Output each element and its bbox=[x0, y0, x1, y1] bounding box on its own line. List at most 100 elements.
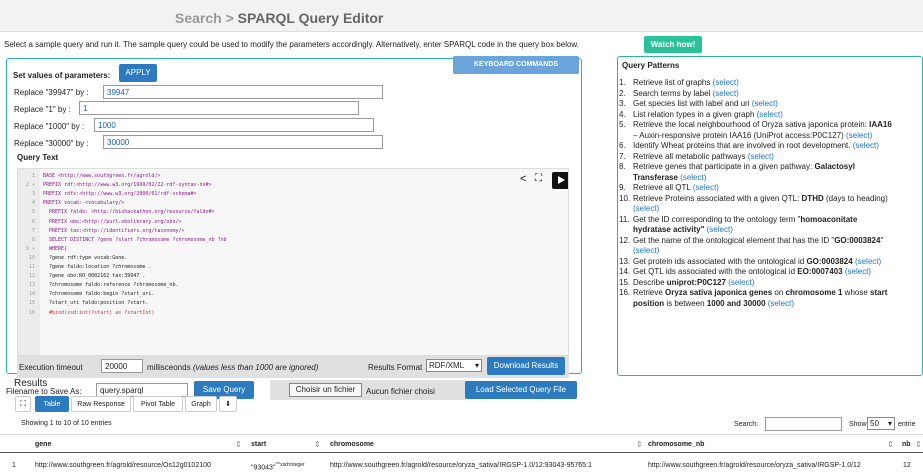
col-header-start[interactable]: start bbox=[251, 441, 266, 448]
page-size-select[interactable]: 50 ▾ bbox=[867, 417, 895, 430]
load-query-file-button[interactable]: Load Selected Query File bbox=[465, 381, 577, 399]
pattern-number: 12. bbox=[619, 235, 631, 245]
chevron-down-icon: ▾ bbox=[474, 361, 479, 370]
pattern-number: 5. bbox=[619, 120, 626, 129]
select-link[interactable]: (select) bbox=[853, 141, 879, 150]
tab-pivot-table[interactable]: Pivot Table bbox=[133, 396, 183, 412]
chevron-down-icon: ▾ bbox=[887, 419, 892, 428]
replace-label-4: Replace "30000" by : bbox=[14, 139, 89, 148]
replace-input-1[interactable]: 39947 bbox=[103, 85, 383, 99]
pattern-number: 16. bbox=[619, 288, 631, 297]
pattern-text: List relation types in a given graph bbox=[633, 109, 757, 119]
results-format-select[interactable]: RDF/XML ▾ bbox=[426, 359, 482, 372]
select-link[interactable]: (select) bbox=[757, 110, 783, 119]
replace-input-4[interactable]: 30000 bbox=[103, 135, 383, 149]
select-link[interactable]: (select) bbox=[707, 225, 733, 234]
line-text: ?gene rdf:type vocab:Gene. bbox=[43, 254, 128, 261]
pattern-text: homoaconitate bbox=[800, 214, 858, 224]
col-header-chromosome[interactable]: chromosome bbox=[330, 441, 374, 448]
pattern-text: whose bbox=[842, 288, 871, 297]
title-strong: SPARQL Query Editor bbox=[237, 10, 384, 26]
keyboard-commands-button[interactable]: KEYBOARD COMMANDS bbox=[453, 56, 579, 74]
exec-timeout-input[interactable]: 20000 bbox=[101, 359, 143, 373]
line-text: ?gene faldo:location ?chromosome . bbox=[43, 264, 152, 270]
code-line[interactable]: 16 #bind(xsd:int(?start) as ?startInt) bbox=[18, 309, 154, 318]
line-text: #bind(xsd:int(?start) as ?startInt) bbox=[43, 309, 155, 316]
select-link[interactable]: (select) bbox=[680, 173, 706, 182]
code-line[interactable]: 1 BASE <http://www.southgreen.fr/agrold/> bbox=[18, 172, 160, 181]
pattern-text: is between bbox=[664, 298, 707, 308]
line-number: 16 bbox=[28, 309, 35, 316]
query-editor[interactable]: 1 BASE <http://www.southgreen.fr/agrold/>… bbox=[17, 168, 569, 356]
code-line[interactable]: 5 PREFIX faldo: <http://biohackathon.org… bbox=[18, 208, 215, 217]
sort-icon[interactable]: ⇕ bbox=[235, 440, 242, 449]
choose-file-button[interactable]: Choisir un fichier bbox=[289, 383, 362, 397]
entries-label: entrie bbox=[898, 421, 916, 428]
cell-chromosome-nb[interactable]: http://www.southgreen.fr/agrold/resource… bbox=[648, 462, 861, 469]
download-results-button[interactable]: Download Results bbox=[487, 357, 565, 375]
col-header-gene[interactable]: gene bbox=[35, 441, 51, 448]
download-icon[interactable]: ⬇ bbox=[219, 396, 237, 412]
code-line[interactable]: 10 ?gene rdf:type vocab:Gene. bbox=[18, 254, 127, 263]
pattern-text: GO:0003824 bbox=[834, 235, 881, 245]
code-line[interactable]: 4 PREFIX vocab: <vocabulary/> bbox=[18, 199, 124, 208]
watch-how-button[interactable]: Watch how! bbox=[644, 36, 702, 53]
select-link[interactable]: (select) bbox=[855, 257, 881, 266]
select-link[interactable]: (select) bbox=[748, 152, 774, 161]
code-line[interactable]: 8 SELECT DISTINCT ?gene ?start ?chromoso… bbox=[18, 236, 227, 245]
select-link[interactable]: (select) bbox=[713, 78, 739, 87]
col-header-chromosome-nb[interactable]: chromosome_nb bbox=[648, 441, 704, 448]
select-link[interactable]: (select) bbox=[768, 299, 794, 308]
pattern-text: (days to heading) bbox=[823, 193, 888, 203]
filename-input[interactable]: query.sparql bbox=[96, 383, 188, 397]
pattern-text: Get the name of the ontological element … bbox=[633, 235, 835, 245]
search-label: Search: bbox=[734, 421, 759, 428]
select-link[interactable]: (select) bbox=[846, 131, 872, 140]
code-line[interactable]: 11 ?gene faldo:location ?chromosome . bbox=[18, 263, 151, 272]
select-link[interactable]: (select) bbox=[713, 89, 739, 98]
sort-icon[interactable]: ⇕ bbox=[636, 440, 643, 449]
fullscreen-icon[interactable]: ⛶ bbox=[535, 173, 542, 184]
tab-graph[interactable]: Graph bbox=[185, 396, 217, 412]
tab-raw-response[interactable]: Raw Response bbox=[71, 396, 131, 412]
line-number: 8 bbox=[31, 236, 35, 243]
cell-chromosome[interactable]: http://www.southgreen.fr/agrold/resource… bbox=[330, 462, 592, 469]
select-link[interactable]: (select) bbox=[693, 183, 719, 192]
replace-input-3[interactable]: 1000 bbox=[94, 118, 374, 132]
code-line[interactable]: 6 PREFIX obo:<http://purl.obolibrary.org… bbox=[18, 218, 182, 227]
run-query-icon[interactable] bbox=[552, 172, 568, 189]
replace-input-2[interactable]: 1 bbox=[79, 101, 359, 115]
code-line[interactable]: 14 ?chromosome faldo:begin ?start_uri. bbox=[18, 290, 154, 299]
line-text: WHERE{ bbox=[43, 245, 68, 252]
line-number: 10 bbox=[28, 254, 35, 261]
col-header-nb[interactable]: nb bbox=[902, 441, 911, 448]
tab-table[interactable]: Table bbox=[35, 396, 69, 412]
pattern-number: 7. bbox=[619, 151, 626, 161]
code-line[interactable]: 9 ▾ WHERE{ bbox=[18, 245, 67, 254]
code-line[interactable]: 13 ?chromosome faldo:reference ?chromoso… bbox=[18, 281, 179, 290]
code-line[interactable]: 15 ?start_uri faldo:position ?start. bbox=[18, 299, 148, 308]
fullscreen-results-icon[interactable]: ⛶ bbox=[15, 396, 31, 412]
select-link[interactable]: (select) bbox=[633, 246, 659, 255]
table-header-top-line bbox=[0, 434, 923, 435]
sort-icon[interactable]: ⇕ bbox=[314, 440, 321, 449]
apply-button[interactable]: APPLY bbox=[119, 64, 157, 82]
select-link[interactable]: (select) bbox=[633, 204, 659, 213]
pattern-text: Galactosyl bbox=[814, 162, 855, 171]
select-link[interactable]: (select) bbox=[728, 278, 754, 287]
pattern-text: chromosome 1 bbox=[785, 288, 843, 297]
cell-gene[interactable]: http://www.southgreen.fr/agrold/resource… bbox=[35, 462, 211, 469]
share-icon[interactable]: < bbox=[520, 173, 526, 185]
select-link[interactable]: (select) bbox=[845, 267, 871, 276]
select-link[interactable]: (select) bbox=[752, 99, 778, 108]
sort-icon[interactable]: ⇕ bbox=[887, 440, 894, 449]
code-line[interactable]: 12 ?gene obo:RO_0002162 tax:39947 . bbox=[18, 272, 145, 281]
sort-icon[interactable]: ⇕ bbox=[915, 440, 922, 449]
code-line[interactable]: 3 PREFIX rdfs:<http://www.w3.org/2000/01/… bbox=[18, 190, 197, 199]
code-line[interactable]: 2 ▾ PREFIX rdf:<http://www.w3.org/1999/02… bbox=[18, 181, 212, 190]
code-line[interactable]: 7 PREFIX tax:<http://identifiers.org/tax… bbox=[18, 227, 185, 236]
search-input[interactable] bbox=[765, 417, 842, 431]
line-number: 7 bbox=[31, 227, 35, 234]
line-text: ?start_uri faldo:position ?start. bbox=[43, 300, 149, 307]
query-pattern-item: 4. List relation types in a given graph (… bbox=[619, 109, 923, 121]
